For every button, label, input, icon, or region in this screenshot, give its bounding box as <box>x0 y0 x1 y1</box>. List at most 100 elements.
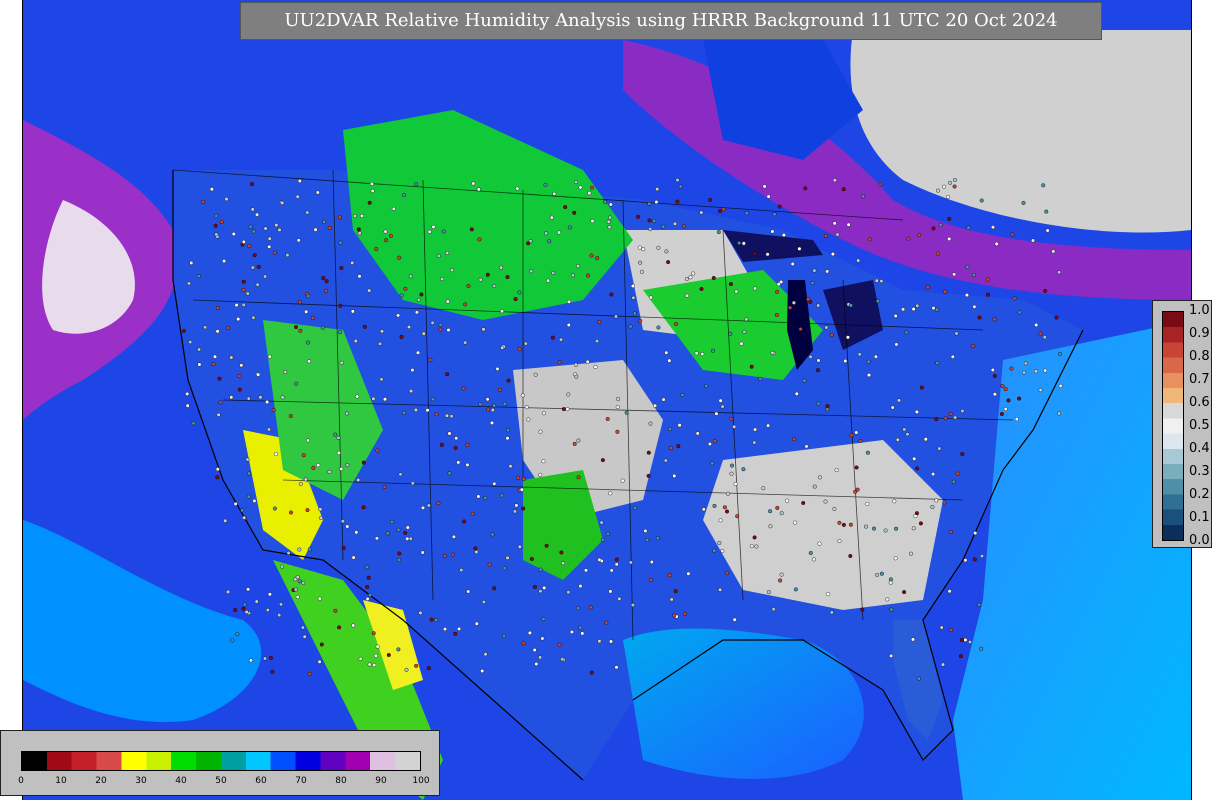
station-marker <box>1043 288 1048 293</box>
station-marker <box>639 269 644 274</box>
station-marker <box>718 398 723 403</box>
station-marker <box>466 589 471 594</box>
station-marker <box>766 423 771 428</box>
station-marker <box>707 442 712 447</box>
station-marker <box>294 325 299 330</box>
station-marker <box>378 341 383 346</box>
station-marker <box>474 550 479 555</box>
station-marker <box>837 539 842 544</box>
station-marker <box>485 397 490 402</box>
station-marker <box>739 341 744 346</box>
station-marker <box>889 653 894 658</box>
station-marker <box>725 509 730 514</box>
station-marker <box>576 264 581 269</box>
station-marker <box>704 383 709 388</box>
station-marker <box>241 606 246 611</box>
station-marker <box>614 665 619 670</box>
station-marker <box>251 315 256 320</box>
station-marker <box>646 450 651 455</box>
station-marker <box>808 551 813 556</box>
station-marker <box>559 550 564 555</box>
station-marker <box>211 362 216 367</box>
station-marker <box>990 368 995 373</box>
station-marker <box>873 354 878 359</box>
station-marker <box>614 557 619 562</box>
station-marker <box>672 613 677 618</box>
station-marker <box>858 439 863 444</box>
station-marker <box>590 219 595 224</box>
station-marker <box>902 590 907 595</box>
station-tick-label: 0.1 <box>1189 510 1210 525</box>
station-marker <box>885 597 890 602</box>
station-marker <box>222 259 227 264</box>
station-marker <box>311 465 316 470</box>
station-marker <box>607 225 612 230</box>
station-marker <box>254 599 259 604</box>
station-tick-label: 0.0 <box>1189 533 1210 548</box>
station-marker <box>280 200 285 205</box>
station-marker <box>270 669 275 674</box>
station-marker <box>749 544 754 549</box>
station-marker <box>587 191 592 196</box>
station-tick-label: 0.4 <box>1189 441 1210 456</box>
station-marker <box>1021 200 1026 205</box>
station-marker <box>402 410 407 415</box>
station-marker <box>1009 366 1014 371</box>
station-marker <box>875 299 880 304</box>
station-marker <box>906 236 911 241</box>
station-marker <box>272 506 277 511</box>
station-marker <box>793 587 798 592</box>
station-marker <box>233 501 238 506</box>
station-marker <box>552 191 557 196</box>
station-marker <box>1042 335 1047 340</box>
station-marker <box>252 498 257 503</box>
station-marker <box>856 258 861 263</box>
station-marker <box>916 676 921 681</box>
station-marker <box>214 232 219 237</box>
station-marker <box>628 324 633 329</box>
station-marker <box>441 229 446 234</box>
station-marker <box>667 573 672 578</box>
station-marker <box>720 404 725 409</box>
station-marker <box>848 554 853 559</box>
station-marker <box>241 239 246 244</box>
station-marker <box>305 508 310 513</box>
station-marker <box>425 408 430 413</box>
station-marker <box>1017 310 1022 315</box>
station-marker <box>226 325 231 330</box>
station-marker <box>436 501 441 506</box>
station-marker <box>344 411 349 416</box>
station-marker <box>181 328 186 333</box>
station-marker <box>604 620 609 625</box>
station-marker <box>911 637 916 642</box>
station-marker <box>648 577 653 582</box>
station-marker <box>246 587 251 592</box>
station-marker <box>1006 398 1011 403</box>
station-marker <box>229 395 234 400</box>
station-marker <box>966 225 971 230</box>
station-marker <box>262 656 267 661</box>
station-marker <box>576 475 581 480</box>
station-marker <box>431 224 436 229</box>
station-marker <box>912 456 917 461</box>
station-marker <box>588 605 593 610</box>
station-marker <box>561 407 566 412</box>
station-marker <box>952 177 957 182</box>
station-marker <box>934 307 939 312</box>
station-marker <box>369 181 374 186</box>
station-marker <box>597 639 602 644</box>
station-marker <box>397 558 402 563</box>
station-marker <box>374 246 379 251</box>
station-marker <box>541 617 546 622</box>
station-marker <box>478 402 483 407</box>
station-marker <box>339 266 344 271</box>
station-marker <box>410 481 415 486</box>
station-marker <box>952 272 957 277</box>
station-marker <box>497 387 502 392</box>
station-marker <box>589 670 594 675</box>
station-marker <box>214 213 219 218</box>
station-marker <box>246 494 251 499</box>
station-marker <box>512 509 517 514</box>
station-marker <box>361 505 366 510</box>
station-marker <box>541 459 546 464</box>
